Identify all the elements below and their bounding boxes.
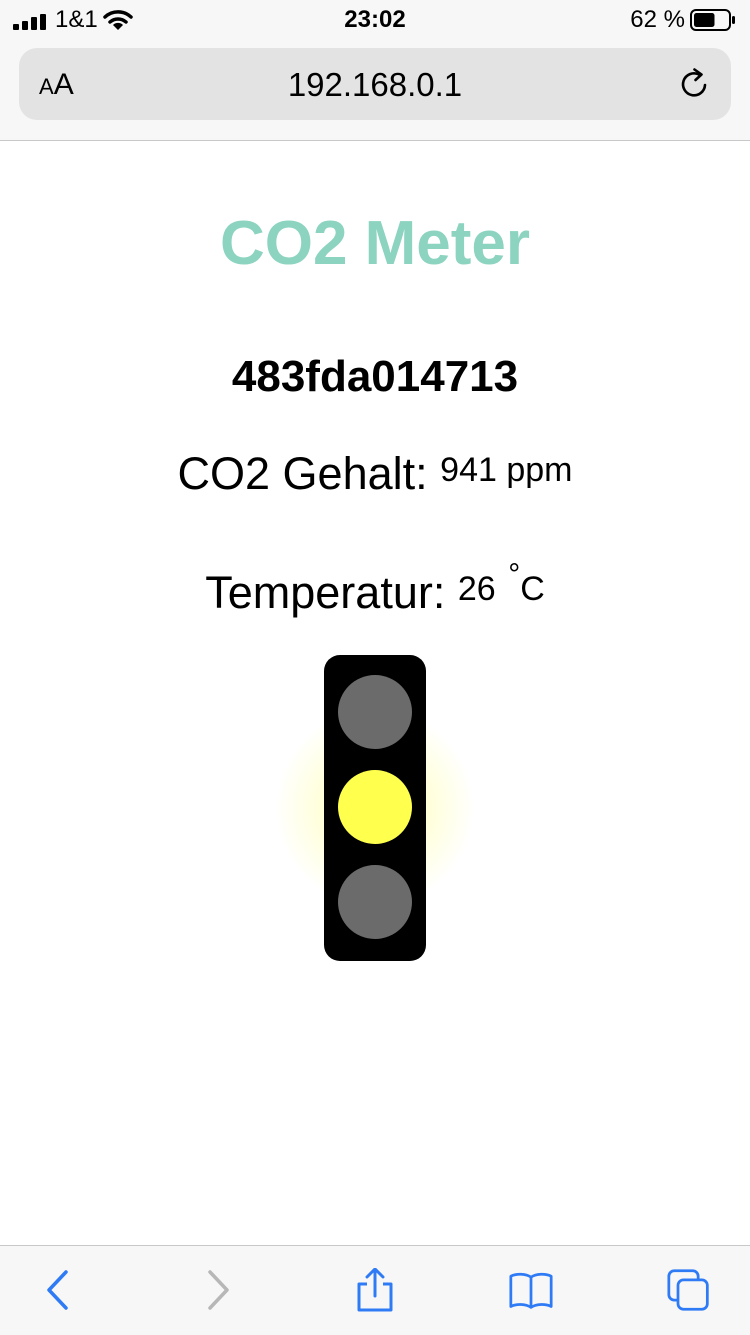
battery-percentage: 62 % [630,6,685,33]
url-text[interactable]: 192.168.0.1 [19,66,731,104]
degree-symbol: ° [508,558,521,591]
battery-icon [690,9,735,31]
co2-value: 941 ppm [440,451,573,489]
bookmarks-icon[interactable] [509,1268,553,1312]
traffic-light-green-lamp [338,865,412,939]
browser-top-chrome: AA 192.168.0.1 [0,40,750,141]
temperature-unit: C [520,570,545,608]
tabs-icon[interactable] [667,1268,711,1312]
reload-icon[interactable] [677,66,713,102]
status-bar: 1&1 23:02 62 % [0,0,750,40]
co2-reading: CO2 Gehalt: 941 ppm [0,448,750,500]
browser-toolbar [0,1245,750,1335]
temperature-label: Temperatur: [205,567,446,618]
co2-label: CO2 Gehalt: [177,448,428,499]
share-icon[interactable] [353,1268,397,1312]
back-icon[interactable] [36,1268,80,1312]
traffic-light-yellow-lamp [338,770,412,844]
forward-icon[interactable] [196,1268,240,1312]
temperature-reading: Temperatur: 26 °C [0,558,750,619]
traffic-light [324,655,426,961]
address-bar[interactable]: AA 192.168.0.1 [19,48,731,120]
traffic-light-red-lamp [338,675,412,749]
page-title: CO2 Meter [219,209,531,278]
device-id: 483fda014713 [231,352,519,401]
temperature-value: 26 [457,570,496,608]
